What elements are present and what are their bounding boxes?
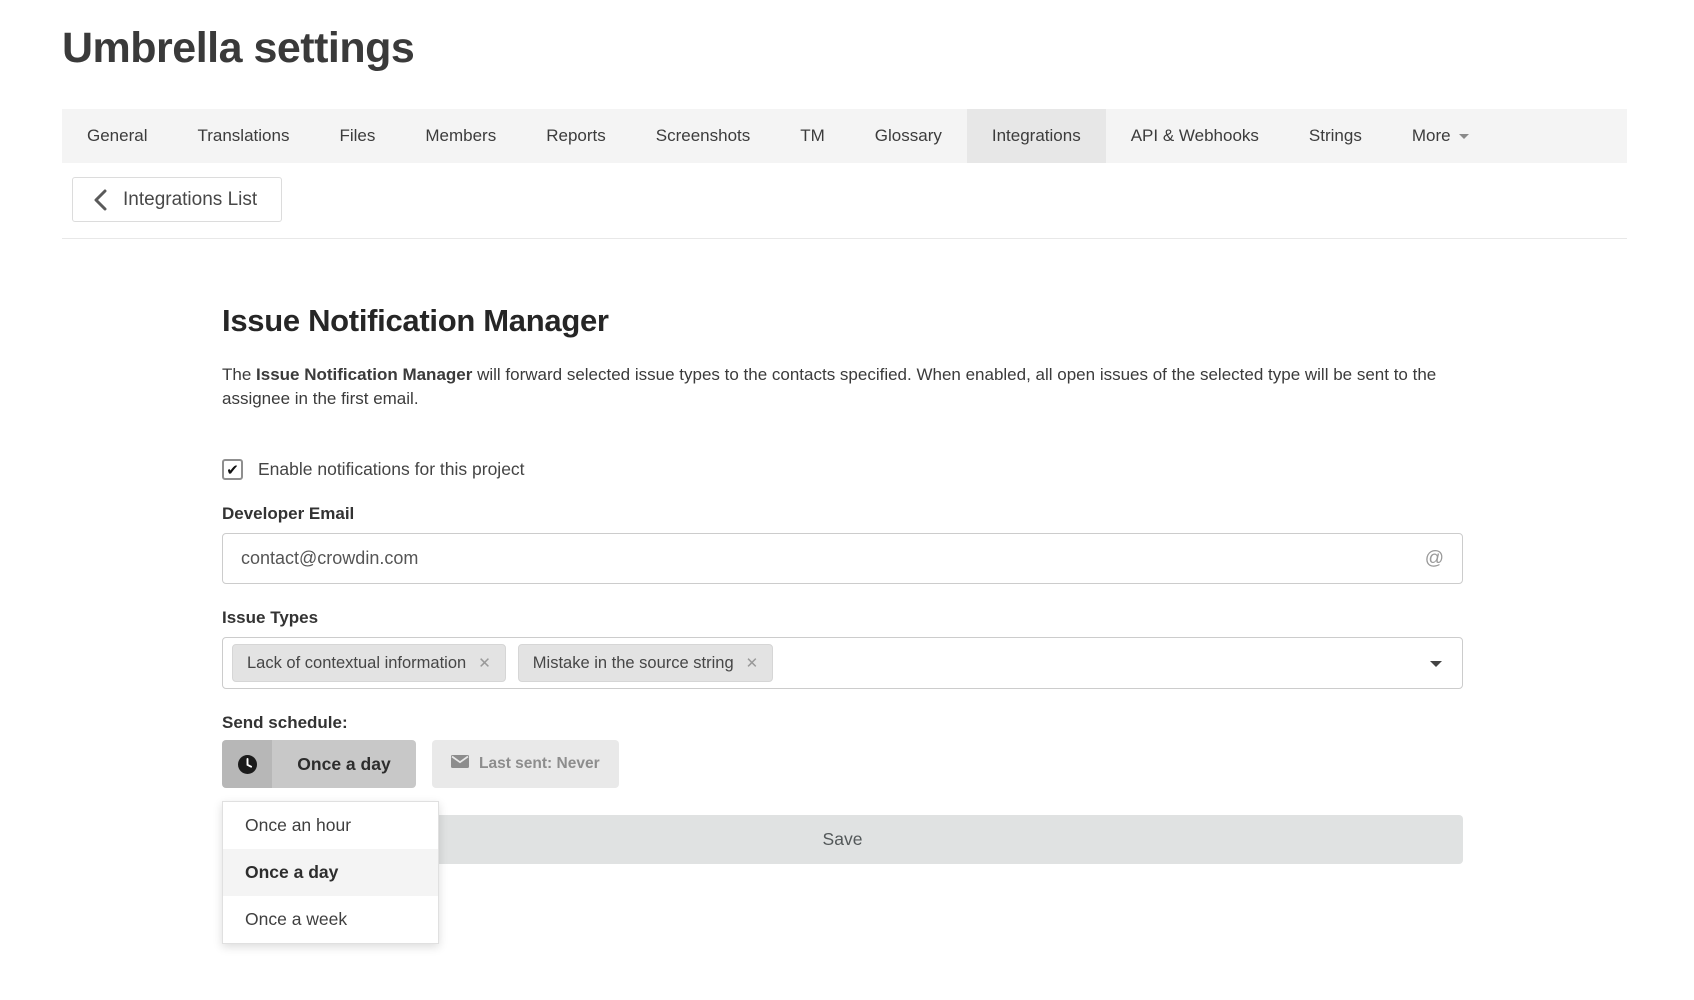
- checkmark-icon: ✔: [226, 461, 239, 479]
- developer-email-label: Developer Email: [222, 504, 1463, 524]
- schedule-options-dropdown: Once an hour Once a day Once a week: [222, 801, 439, 944]
- issue-types-select[interactable]: Lack of contextual information ✕ Mistake…: [222, 637, 1463, 689]
- enable-notifications-row: ✔ Enable notifications for this project: [222, 459, 1463, 480]
- tab-api-webhooks[interactable]: API & Webhooks: [1106, 109, 1284, 163]
- schedule-row: Once a day Last sent: Never Once an hour…: [222, 740, 1463, 788]
- envelope-icon: [451, 755, 469, 773]
- tab-members[interactable]: Members: [400, 109, 521, 163]
- issue-type-tag: Mistake in the source string ✕: [518, 644, 773, 682]
- send-schedule-label: Send schedule:: [222, 713, 1463, 733]
- schedule-dropdown-button[interactable]: Once a day: [222, 740, 416, 788]
- remove-tag-icon[interactable]: ✕: [478, 654, 491, 672]
- last-sent-status: Last sent: Never: [432, 740, 619, 788]
- tab-translations[interactable]: Translations: [172, 109, 314, 163]
- back-button-label: Integrations List: [123, 189, 257, 211]
- schedule-selected-label: Once a day: [272, 740, 416, 788]
- enable-notifications-checkbox[interactable]: ✔: [222, 459, 243, 480]
- tab-more[interactable]: More: [1387, 109, 1494, 163]
- tab-files[interactable]: Files: [314, 109, 400, 163]
- tab-reports[interactable]: Reports: [521, 109, 631, 163]
- tab-strings[interactable]: Strings: [1284, 109, 1387, 163]
- issue-type-tag: Lack of contextual information ✕: [232, 644, 506, 682]
- developer-email-field[interactable]: contact@crowdin.com @: [222, 533, 1463, 584]
- last-sent-label: Last sent: Never: [479, 755, 600, 773]
- integrations-list-back-button[interactable]: Integrations List: [72, 177, 282, 222]
- section-divider: [62, 238, 1627, 239]
- chevron-down-icon: [1459, 134, 1469, 139]
- tab-general[interactable]: General: [62, 109, 172, 163]
- schedule-option-once-an-hour[interactable]: Once an hour: [223, 802, 438, 849]
- tab-more-label: More: [1412, 126, 1451, 146]
- remove-tag-icon[interactable]: ✕: [746, 654, 759, 672]
- sub-toolbar: Integrations List: [72, 177, 1627, 222]
- description-prefix: The: [222, 365, 256, 384]
- schedule-option-once-a-day[interactable]: Once a day: [223, 849, 438, 896]
- project-tab-bar: General Translations Files Members Repor…: [62, 109, 1627, 163]
- page-header: Umbrella settings: [0, 0, 1694, 73]
- panel-title: Issue Notification Manager: [222, 303, 1463, 339]
- tag-label: Lack of contextual information: [247, 654, 466, 673]
- integration-settings-panel: Issue Notification Manager The Issue Not…: [222, 303, 1463, 864]
- tab-screenshots[interactable]: Screenshots: [631, 109, 776, 163]
- description-bold: Issue Notification Manager: [256, 365, 472, 384]
- schedule-option-once-a-week[interactable]: Once a week: [223, 896, 438, 943]
- tab-integrations[interactable]: Integrations: [967, 109, 1106, 163]
- page-title: Umbrella settings: [62, 24, 1627, 73]
- tab-glossary[interactable]: Glossary: [850, 109, 967, 163]
- issue-types-label: Issue Types: [222, 608, 1463, 628]
- at-sign-icon: @: [1425, 548, 1444, 570]
- panel-description: The Issue Notification Manager will forw…: [222, 363, 1463, 411]
- tag-label: Mistake in the source string: [533, 654, 734, 673]
- chevron-left-icon: [93, 189, 107, 211]
- enable-notifications-label: Enable notifications for this project: [258, 459, 525, 480]
- select-caret-icon: [1430, 661, 1442, 667]
- developer-email-value: contact@crowdin.com: [241, 548, 418, 569]
- clock-icon: [222, 740, 272, 788]
- tab-tm[interactable]: TM: [775, 109, 850, 163]
